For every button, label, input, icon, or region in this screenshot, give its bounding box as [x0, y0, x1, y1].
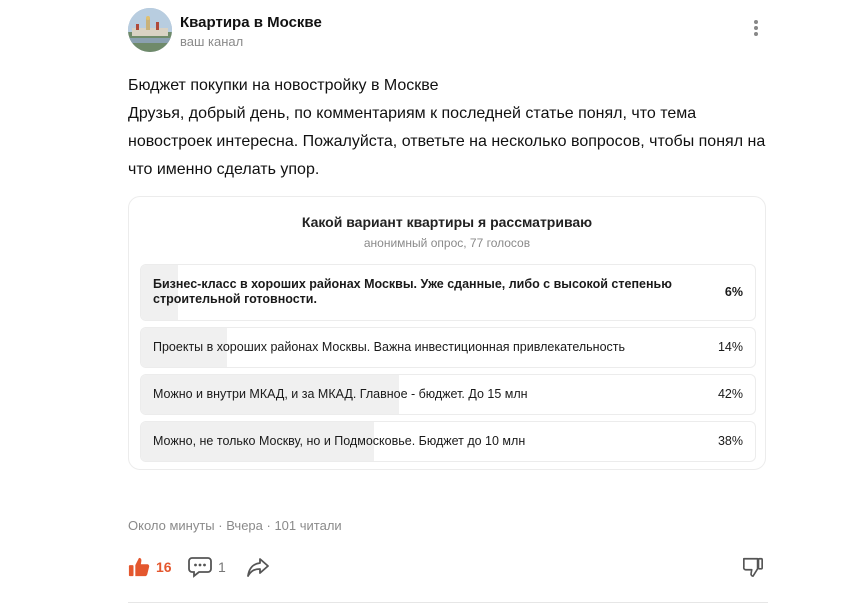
channel-name[interactable]: Квартира в Москве: [180, 14, 322, 31]
like-count: 16: [156, 559, 172, 575]
post-content: Бюджет покупки на новостройку в Москве Д…: [128, 72, 768, 184]
post-header: Квартира в Москве ваш канал: [128, 8, 768, 54]
poll-option-label: Можно, не только Москву, но и Подмосковь…: [153, 434, 526, 448]
poll-option[interactable]: Можно, не только Москву, но и Подмосковь…: [140, 421, 756, 462]
poll-option[interactable]: Проекты в хороших районах Москвы. Важна …: [140, 327, 756, 368]
post-body: Друзья, добрый день, по комментариям к п…: [128, 105, 766, 178]
comment-icon: [188, 557, 212, 578]
thumbs-down-icon: [742, 557, 763, 577]
poll-option-percent: 14%: [717, 340, 743, 354]
poll-option-percent: 38%: [717, 434, 743, 448]
post-title: Бюджет покупки на новостройку в Москве: [128, 77, 439, 94]
thumbs-up-icon: [128, 557, 150, 577]
poll-option[interactable]: Бизнес-класс в хороших районах Москвы. У…: [140, 264, 756, 321]
poll-option-percent: 42%: [717, 387, 743, 401]
channel-avatar[interactable]: [128, 8, 172, 52]
share-arrow-icon: [247, 558, 269, 577]
post-card: Квартира в Москве ваш канал Бюджет покуп…: [0, 0, 849, 611]
post-actions: 16 1: [128, 552, 768, 584]
share-button[interactable]: [246, 556, 270, 578]
poll-title: Какой вариант квартиры я рассматриваю: [301, 214, 593, 230]
divider: [128, 602, 768, 603]
post-meta: Около минуты · Вчера · 101 читали: [128, 518, 342, 533]
poll-option-percent: 6%: [724, 285, 743, 299]
kremlin-photo-avatar: [128, 8, 172, 52]
poll-subtitle: анонимный опрос, 77 голосов: [363, 236, 531, 250]
poll-option-label: Бизнес-класс в хороших районах Москвы. У…: [153, 277, 672, 306]
poll-option-label: Проекты в хороших районах Москвы. Важна …: [153, 340, 626, 354]
dislike-button[interactable]: [742, 556, 764, 578]
poll: Какой вариант квартиры я рассматриваю ан…: [128, 196, 766, 470]
poll-option-label: Можно и внутри МКАД, и за МКАД. Главное …: [153, 387, 528, 401]
comment-count: 1: [218, 559, 226, 575]
poll-option[interactable]: Можно и внутри МКАД, и за МКАД. Главное …: [140, 374, 756, 415]
comment-button[interactable]: 1: [188, 556, 226, 578]
like-button[interactable]: 16: [128, 556, 172, 578]
more-options-icon[interactable]: [744, 18, 768, 42]
channel-subtitle: ваш канал: [180, 34, 244, 49]
